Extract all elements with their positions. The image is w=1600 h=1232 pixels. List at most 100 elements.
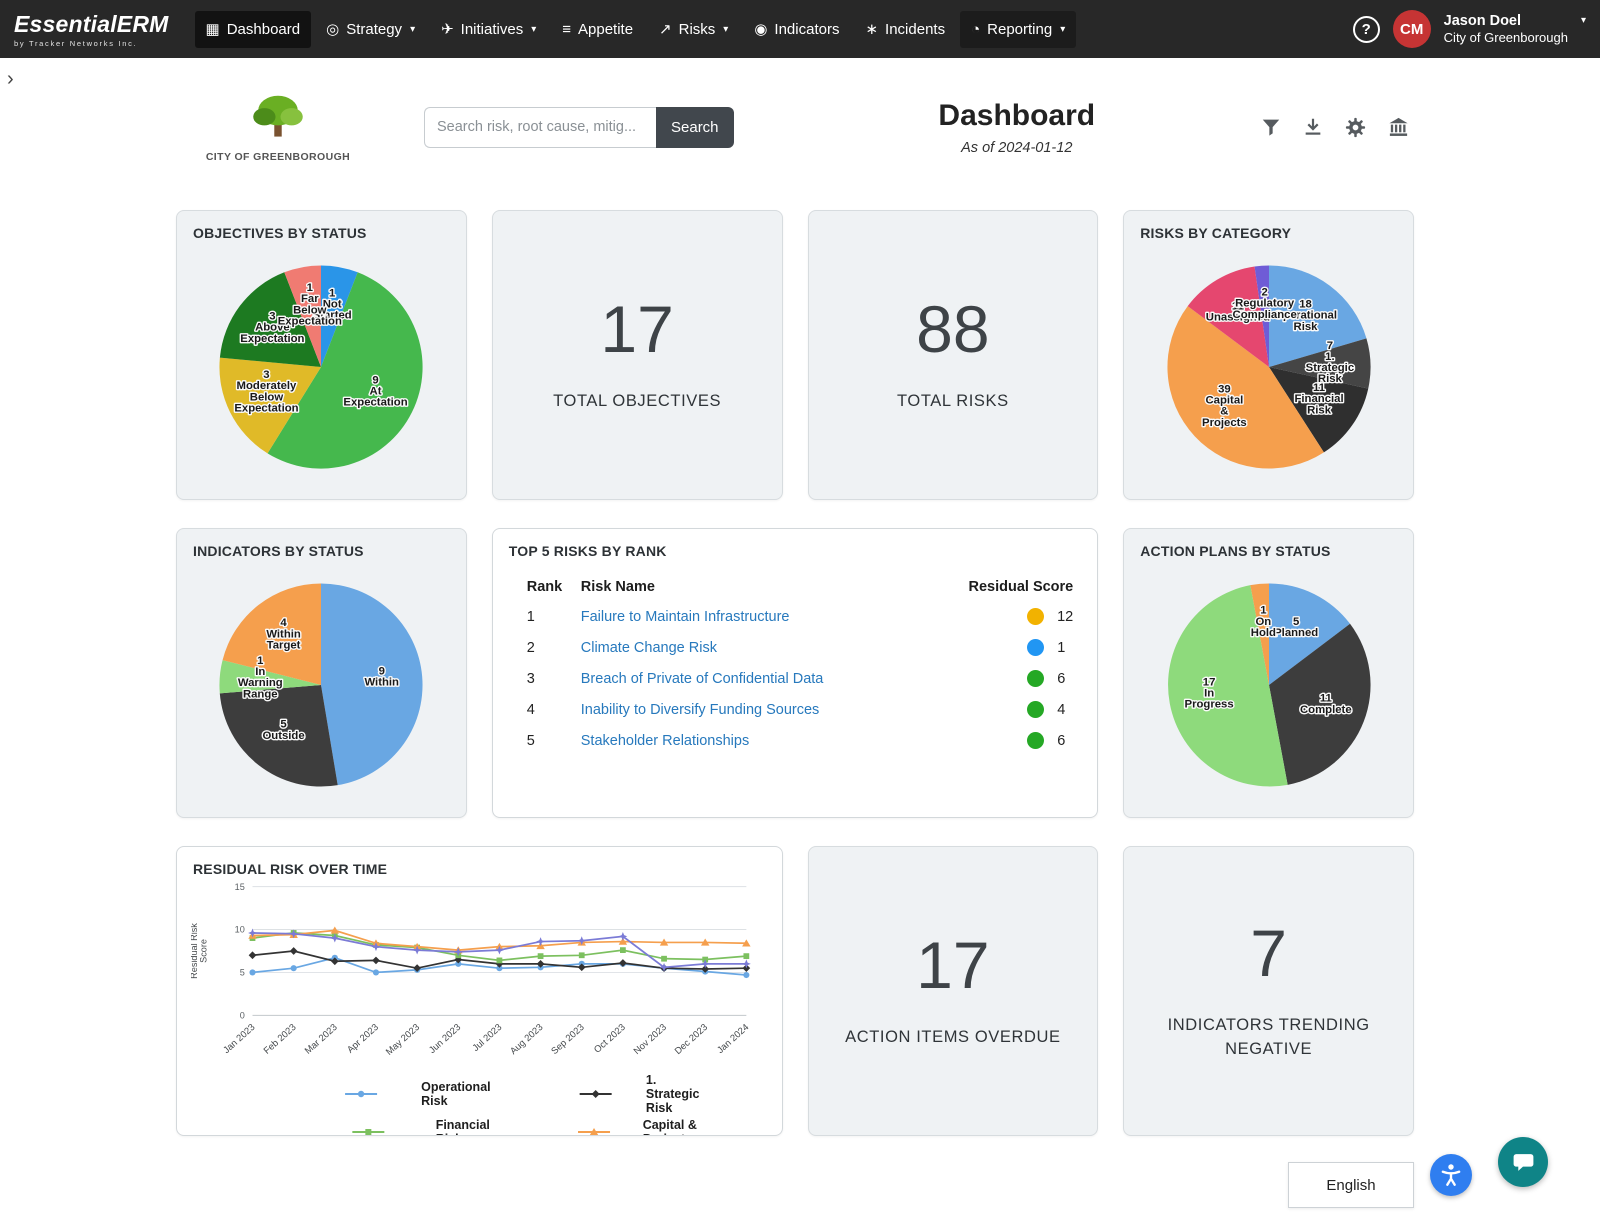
svg-text:Apr 2023: Apr 2023 [344, 1021, 380, 1055]
nav-label: Strategy [346, 21, 402, 38]
total-risks-card: 88 TOTAL RISKS [808, 210, 1099, 500]
svg-text:Aug 2023: Aug 2023 [508, 1021, 545, 1056]
svg-text:Oct 2023: Oct 2023 [591, 1021, 627, 1055]
download-icon [1302, 116, 1324, 138]
user-menu-chevron-icon[interactable]: ▾ [1581, 15, 1586, 26]
risks-by-category-pie-chart[interactable]: 18OperationalRisk71.StrategicRisk11Finan… [1138, 241, 1399, 493]
nav-item-reporting[interactable]: ◔ Reporting ▾ [960, 11, 1076, 48]
nav-item-risks[interactable]: ↗ Risks ▾ [648, 11, 739, 48]
rocket-icon: ✈ [441, 22, 454, 37]
residual-score-column-header: Residual Score [943, 579, 1073, 595]
svg-text:5: 5 [240, 968, 245, 978]
nav-label: Risks [679, 21, 716, 38]
risk-link[interactable]: Breach of Private of Confidential Data [581, 671, 824, 687]
nav-item-appetite[interactable]: ≡ Appetite [551, 11, 644, 48]
nav-label: Initiatives [461, 21, 524, 38]
chevron-down-icon: ▾ [410, 24, 415, 35]
settings-button[interactable] [1344, 116, 1367, 139]
rank-cell: 3 [517, 671, 581, 687]
svg-text:Feb 2023: Feb 2023 [261, 1021, 298, 1056]
risk-link[interactable]: Failure to Maintain Infrastructure [581, 609, 790, 625]
page-title: Dashboard [774, 99, 1260, 133]
residual-score-dot [1027, 608, 1044, 625]
indicators-trending-negative-card: 7 INDICATORS TRENDING NEGATIVE [1123, 846, 1414, 1136]
filter-button[interactable] [1260, 116, 1282, 138]
total-objectives-card: 17 TOTAL OBJECTIVES [492, 210, 783, 500]
nav-item-initiatives[interactable]: ✈ Initiatives ▾ [430, 11, 547, 48]
nav-item-indicators[interactable]: ◉ Indicators [743, 11, 850, 48]
nav-label: Reporting [987, 21, 1052, 38]
chat-button[interactable] [1498, 1137, 1548, 1187]
sidebar-expand-button[interactable]: › [7, 68, 14, 91]
accessibility-person-icon [1438, 1162, 1464, 1188]
indicators-by-status-pie-chart[interactable]: 9Within5Outside1InWarningRange4WithinTar… [191, 559, 452, 811]
svg-text:Dec 2023: Dec 2023 [672, 1021, 709, 1056]
residual-risk-line-chart[interactable]: 051015Jan 2023Feb 2023Mar 2023Apr 2023Ma… [191, 877, 768, 1136]
risk-link[interactable]: Inability to Diversify Funding Sources [581, 702, 820, 718]
total-risks-label: TOTAL RISKS [897, 390, 1009, 414]
search-input[interactable] [424, 107, 656, 148]
as-of-date: As of 2024-01-12 [774, 140, 1260, 156]
svg-text:Nov 2023: Nov 2023 [631, 1021, 668, 1056]
avatar[interactable]: CM [1393, 10, 1431, 48]
chevron-down-icon: ▾ [531, 24, 536, 35]
gauge-icon: ◉ [754, 22, 767, 37]
action-items-overdue-card: 17 ACTION ITEMS OVERDUE [808, 846, 1099, 1136]
burst-icon: ∗ [865, 22, 878, 37]
action-plans-by-status-pie-chart[interactable]: 5Planned11Complete17InProgress1OnHold [1138, 559, 1399, 811]
rank-cell: 5 [517, 733, 581, 749]
residual-score-dot [1027, 670, 1044, 687]
download-button[interactable] [1302, 116, 1324, 138]
card-title: RISKS BY CATEGORY [1140, 225, 1399, 241]
legend-item[interactable]: 1. Strategic Risk [553, 1073, 702, 1115]
help-button[interactable]: ? [1353, 16, 1380, 43]
residual-score-dot [1027, 701, 1044, 718]
legend-item[interactable]: Capital & Projects [553, 1118, 702, 1136]
user-info[interactable]: Jason Doel City of Greenborough [1444, 13, 1568, 46]
indicators-trending-label: INDICATORS TRENDING NEGATIVE [1144, 1014, 1394, 1062]
main-content: CITY OF GREENBOROUGH Search Dashboard As… [176, 58, 1414, 1136]
svg-text:May 2023: May 2023 [383, 1021, 421, 1057]
search-box: Search [424, 107, 734, 148]
accessibility-button[interactable] [1430, 1154, 1472, 1196]
dashboard-grid-icon: ▦ [206, 22, 220, 37]
svg-text:Mar 2023: Mar 2023 [302, 1021, 339, 1056]
table-row: 2 Climate Change Risk 1 [517, 632, 1074, 663]
top5-risks-card: TOP 5 RISKS BY RANK Rank Risk Name Resid… [492, 528, 1099, 818]
nav-user-area: ? CM Jason Doel City of Greenborough ▾ [1353, 10, 1586, 48]
header-toolbar [1260, 116, 1410, 139]
risk-link[interactable]: Stakeholder Relationships [581, 733, 749, 749]
bank-icon [1387, 116, 1410, 139]
residual-score-value: 6 [1057, 733, 1073, 749]
top5-risks-table: Rank Risk Name Residual Score 1 Failure … [507, 571, 1084, 756]
objectives-by-status-pie-chart[interactable]: 1NotStarted9AtExpectation3ModeratelyBelo… [191, 241, 452, 493]
legend-item[interactable]: Operational Risk [309, 1073, 491, 1115]
institution-button[interactable] [1387, 116, 1410, 139]
svg-text:Jan 2023: Jan 2023 [221, 1021, 257, 1055]
top-navigation: EssentialERM by Tracker Networks Inc. ▦ … [0, 0, 1600, 58]
residual-risk-over-time-card: RESIDUAL RISK OVER TIME 051015Jan 2023Fe… [176, 846, 783, 1136]
target-icon: ◎ [326, 22, 339, 37]
language-button[interactable]: English [1288, 1162, 1414, 1208]
rank-cell: 1 [517, 609, 581, 625]
svg-text:Jun 2023: Jun 2023 [426, 1021, 462, 1055]
app-logo[interactable]: EssentialERM by Tracker Networks Inc. [14, 11, 169, 48]
nav-item-dashboard[interactable]: ▦ Dashboard [195, 11, 312, 48]
search-button[interactable]: Search [656, 107, 734, 148]
legend-item[interactable]: Financial Risk [309, 1118, 491, 1136]
pie-chart-icon: ◔ [971, 22, 980, 37]
indicators-trending-value: 7 [1250, 920, 1287, 986]
total-risks-value: 88 [916, 296, 989, 362]
residual-score-value: 6 [1057, 671, 1073, 687]
risk-link[interactable]: Climate Change Risk [581, 640, 717, 656]
objectives-by-status-card: OBJECTIVES BY STATUS 1NotStarted9AtExpec… [176, 210, 467, 500]
svg-text:15: 15 [235, 882, 245, 892]
svg-text:Residual RiskScore: Residual RiskScore [191, 923, 208, 979]
card-title: OBJECTIVES BY STATUS [193, 225, 452, 241]
table-row: 5 Stakeholder Relationships 6 [517, 725, 1074, 756]
nav-item-strategy[interactable]: ◎ Strategy ▾ [315, 11, 426, 48]
user-organization: City of Greenborough [1444, 30, 1568, 46]
svg-text:Jan 2024: Jan 2024 [714, 1021, 750, 1055]
nav-label: Dashboard [227, 21, 300, 38]
nav-item-incidents[interactable]: ∗ Incidents [854, 11, 956, 48]
